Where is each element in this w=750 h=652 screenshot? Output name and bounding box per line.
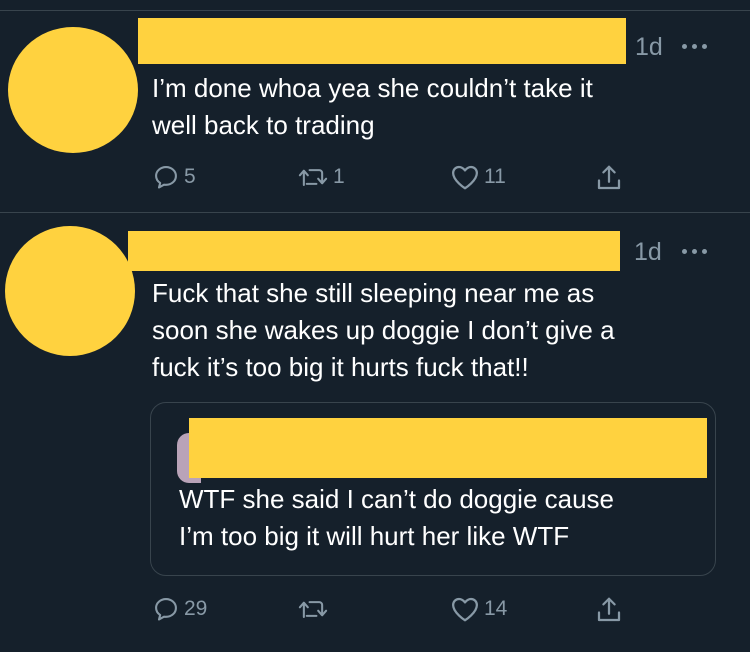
reply-button[interactable]: 5 <box>152 163 196 191</box>
redacted-author-name[interactable] <box>128 231 620 271</box>
reply-button[interactable]: 29 <box>152 595 207 623</box>
like-count: 14 <box>484 597 508 620</box>
reply-count: 29 <box>184 597 208 620</box>
share-button[interactable] <box>594 163 624 193</box>
reply-icon <box>155 598 177 621</box>
avatar[interactable] <box>5 226 135 356</box>
share-button[interactable] <box>594 595 624 625</box>
retweet-icon <box>298 601 328 619</box>
share-icon <box>597 597 621 622</box>
retweet-button[interactable] <box>297 595 333 623</box>
reply-count: 5 <box>184 165 196 188</box>
tweet-text-line-3: fuck it’s too big it hurts fuck that!! <box>152 352 529 382</box>
tweet-actions: 29 14 <box>152 595 632 627</box>
like-icon <box>452 597 478 622</box>
reply-icon <box>155 166 177 189</box>
avatar[interactable] <box>8 27 138 153</box>
tweet-1[interactable]: 1d I’m done whoa yea she couldn’t take i… <box>0 0 750 212</box>
share-icon <box>597 165 621 190</box>
tweet-text-line-1: I’m done whoa yea she couldn’t take it <box>152 73 593 103</box>
retweet-icon <box>298 169 328 187</box>
more-icon[interactable] <box>682 249 707 254</box>
quoted-text-line-2: I’m too big it will hurt her like WTF <box>179 521 570 551</box>
timestamp[interactable]: 1d <box>635 33 663 62</box>
tweet-text-line-1: Fuck that she still sleeping near me as <box>152 278 595 308</box>
redacted-quoted-author[interactable] <box>189 418 707 478</box>
quoted-text-line-1: WTF she said I can’t do doggie cause <box>179 484 615 514</box>
tweet-text-line-2: well back to trading <box>152 110 375 140</box>
tweet-text-line-2: soon she wakes up doggie I don’t give a <box>152 315 615 345</box>
retweet-button[interactable]: 1 <box>297 163 345 191</box>
quoted-tweet[interactable]: WTF she said I can’t do doggie cause I’m… <box>150 402 716 576</box>
like-button[interactable]: 11 <box>450 163 506 191</box>
like-count: 11 <box>484 165 506 188</box>
timestamp[interactable]: 1d <box>634 238 662 267</box>
tweet-actions: 5 1 11 <box>152 163 632 195</box>
redacted-author-name[interactable] <box>138 18 626 64</box>
like-icon <box>452 165 478 190</box>
more-icon[interactable] <box>682 44 707 49</box>
like-button[interactable]: 14 <box>450 595 507 623</box>
retweet-count: 1 <box>333 165 345 188</box>
